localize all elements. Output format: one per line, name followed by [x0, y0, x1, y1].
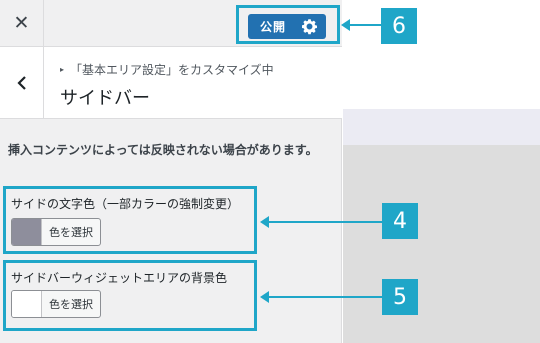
widget-bg-color-control: サイドバーウィジェットエリアの背景色 色を選択 — [3, 260, 257, 331]
callout-badge-5: 5 — [382, 279, 418, 315]
chevron-left-icon — [16, 75, 26, 90]
color-button-label: 色を選択 — [49, 298, 93, 311]
callout-arrow-4 — [260, 216, 382, 228]
color-swatch — [12, 291, 42, 317]
callout-arrow-5 — [260, 291, 382, 303]
back-button[interactable] — [0, 47, 44, 118]
callout-badge-4: 4 — [382, 203, 418, 239]
breadcrumb: ▸ 「基本エリア設定」をカスタマイズ中 — [60, 61, 274, 78]
triangle-icon: ▸ — [60, 65, 65, 74]
breadcrumb-text: 「基本エリア設定」をカスタマイズ中 — [70, 63, 274, 77]
widget-bg-color-button[interactable]: 色を選択 — [11, 290, 101, 318]
widget-bg-color-label: サイドバーウィジェットエリアの背景色 — [11, 271, 228, 285]
preview-body-area — [343, 145, 540, 343]
color-button-label: 色を選択 — [49, 226, 93, 239]
notice-text: 挿入コンテンツによっては反映されない場合があります。 — [8, 143, 318, 157]
callout-badge-6: 6 — [381, 8, 417, 44]
preview-band — [343, 109, 540, 145]
callout-arrow-6 — [341, 19, 381, 31]
sidebar-text-color-control: サイドの文字色（一部カラーの強制変更） 色を選択 — [3, 186, 257, 254]
gear-icon — [302, 19, 317, 35]
preview-header-area — [343, 0, 540, 109]
sidebar-text-color-button[interactable]: 色を選択 — [11, 218, 101, 246]
publish-button[interactable]: 公開 — [248, 14, 326, 39]
close-button[interactable]: ✕ — [0, 0, 44, 46]
section-header: ▸ 「基本エリア設定」をカスタマイズ中 サイドバー — [0, 47, 342, 119]
publish-label: 公開 — [260, 20, 287, 34]
sidebar-text-color-label: サイドの文字色（一部カラーの強制変更） — [11, 197, 240, 211]
close-icon: ✕ — [13, 12, 30, 34]
color-swatch — [12, 219, 42, 245]
publish-highlight: 公開 — [236, 5, 340, 44]
section-title: サイドバー — [60, 88, 150, 109]
